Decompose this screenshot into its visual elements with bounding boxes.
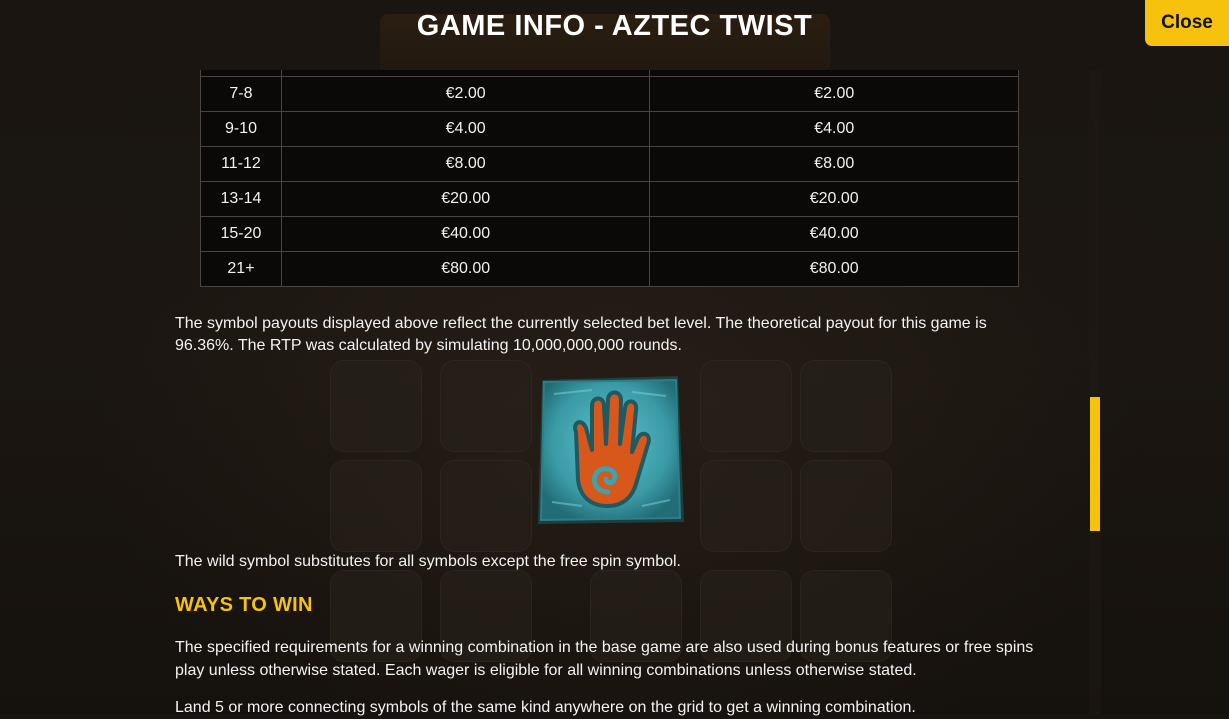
table-row: 13-14 €20.00 €20.00 <box>200 181 1019 217</box>
payout-cell: €20.00 <box>649 181 1019 217</box>
payout-cell: €8.00 <box>280 146 651 182</box>
background-reel-tile <box>800 460 892 552</box>
table-row: 21+ €80.00 €80.00 <box>200 251 1019 287</box>
background-reel-tile <box>700 360 792 452</box>
symbol-count-cell: 11-12 <box>200 146 282 182</box>
payout-cell: €8.00 <box>649 146 1019 182</box>
symbol-count-cell: 7-8 <box>200 76 282 112</box>
wild-hand-spiral-icon <box>538 376 684 524</box>
paytable: 7-8 €2.00 €2.00 9-10 €4.00 €4.00 11-12 €… <box>200 70 1019 287</box>
background-reel-tile <box>330 360 422 452</box>
symbol-count-cell: 9-10 <box>200 111 282 147</box>
payout-cell: €2.00 <box>649 76 1019 112</box>
close-button[interactable]: Close <box>1145 0 1229 46</box>
table-row: 11-12 €8.00 €8.00 <box>200 146 1019 182</box>
background-reel-tile <box>800 360 892 452</box>
ways-to-win-paragraph: The specified requirements for a winning… <box>175 639 1034 679</box>
symbol-count-cell: 21+ <box>200 251 282 287</box>
table-row: 7-8 €2.00 €2.00 <box>200 76 1019 112</box>
ways-to-win-paragraph: Land 5 or more connecting symbols of the… <box>175 699 916 716</box>
page-title: GAME INFO - AZTEC TWIST <box>416 10 813 42</box>
background-reel-tile <box>440 460 532 552</box>
payout-cell: €80.00 <box>280 251 651 287</box>
rtp-paragraph: The symbol payouts displayed above refle… <box>175 315 987 354</box>
scrollbar-thumb[interactable] <box>1090 397 1100 531</box>
section-title-ways-to-win: WAYS TO WIN <box>175 594 313 616</box>
payout-cell: €40.00 <box>649 216 1019 252</box>
payout-cell: €80.00 <box>649 251 1019 287</box>
payout-cell: €40.00 <box>280 216 651 252</box>
payout-cell: €4.00 <box>280 111 651 147</box>
symbol-count-cell: 15-20 <box>200 216 282 252</box>
payout-cell: €20.00 <box>280 181 651 217</box>
wild-description: The wild symbol substitutes for all symb… <box>175 553 681 570</box>
table-row: 9-10 €4.00 €4.00 <box>200 111 1019 147</box>
symbol-count-cell: 13-14 <box>200 181 282 217</box>
payout-cell: €2.00 <box>280 76 651 112</box>
background-reel-tile <box>440 360 532 452</box>
table-row: 15-20 €40.00 €40.00 <box>200 216 1019 252</box>
background-reel-tile <box>700 460 792 552</box>
background-reel-tile <box>330 460 422 552</box>
payout-cell: €4.00 <box>649 111 1019 147</box>
scrollbar-track[interactable] <box>1089 70 1101 714</box>
